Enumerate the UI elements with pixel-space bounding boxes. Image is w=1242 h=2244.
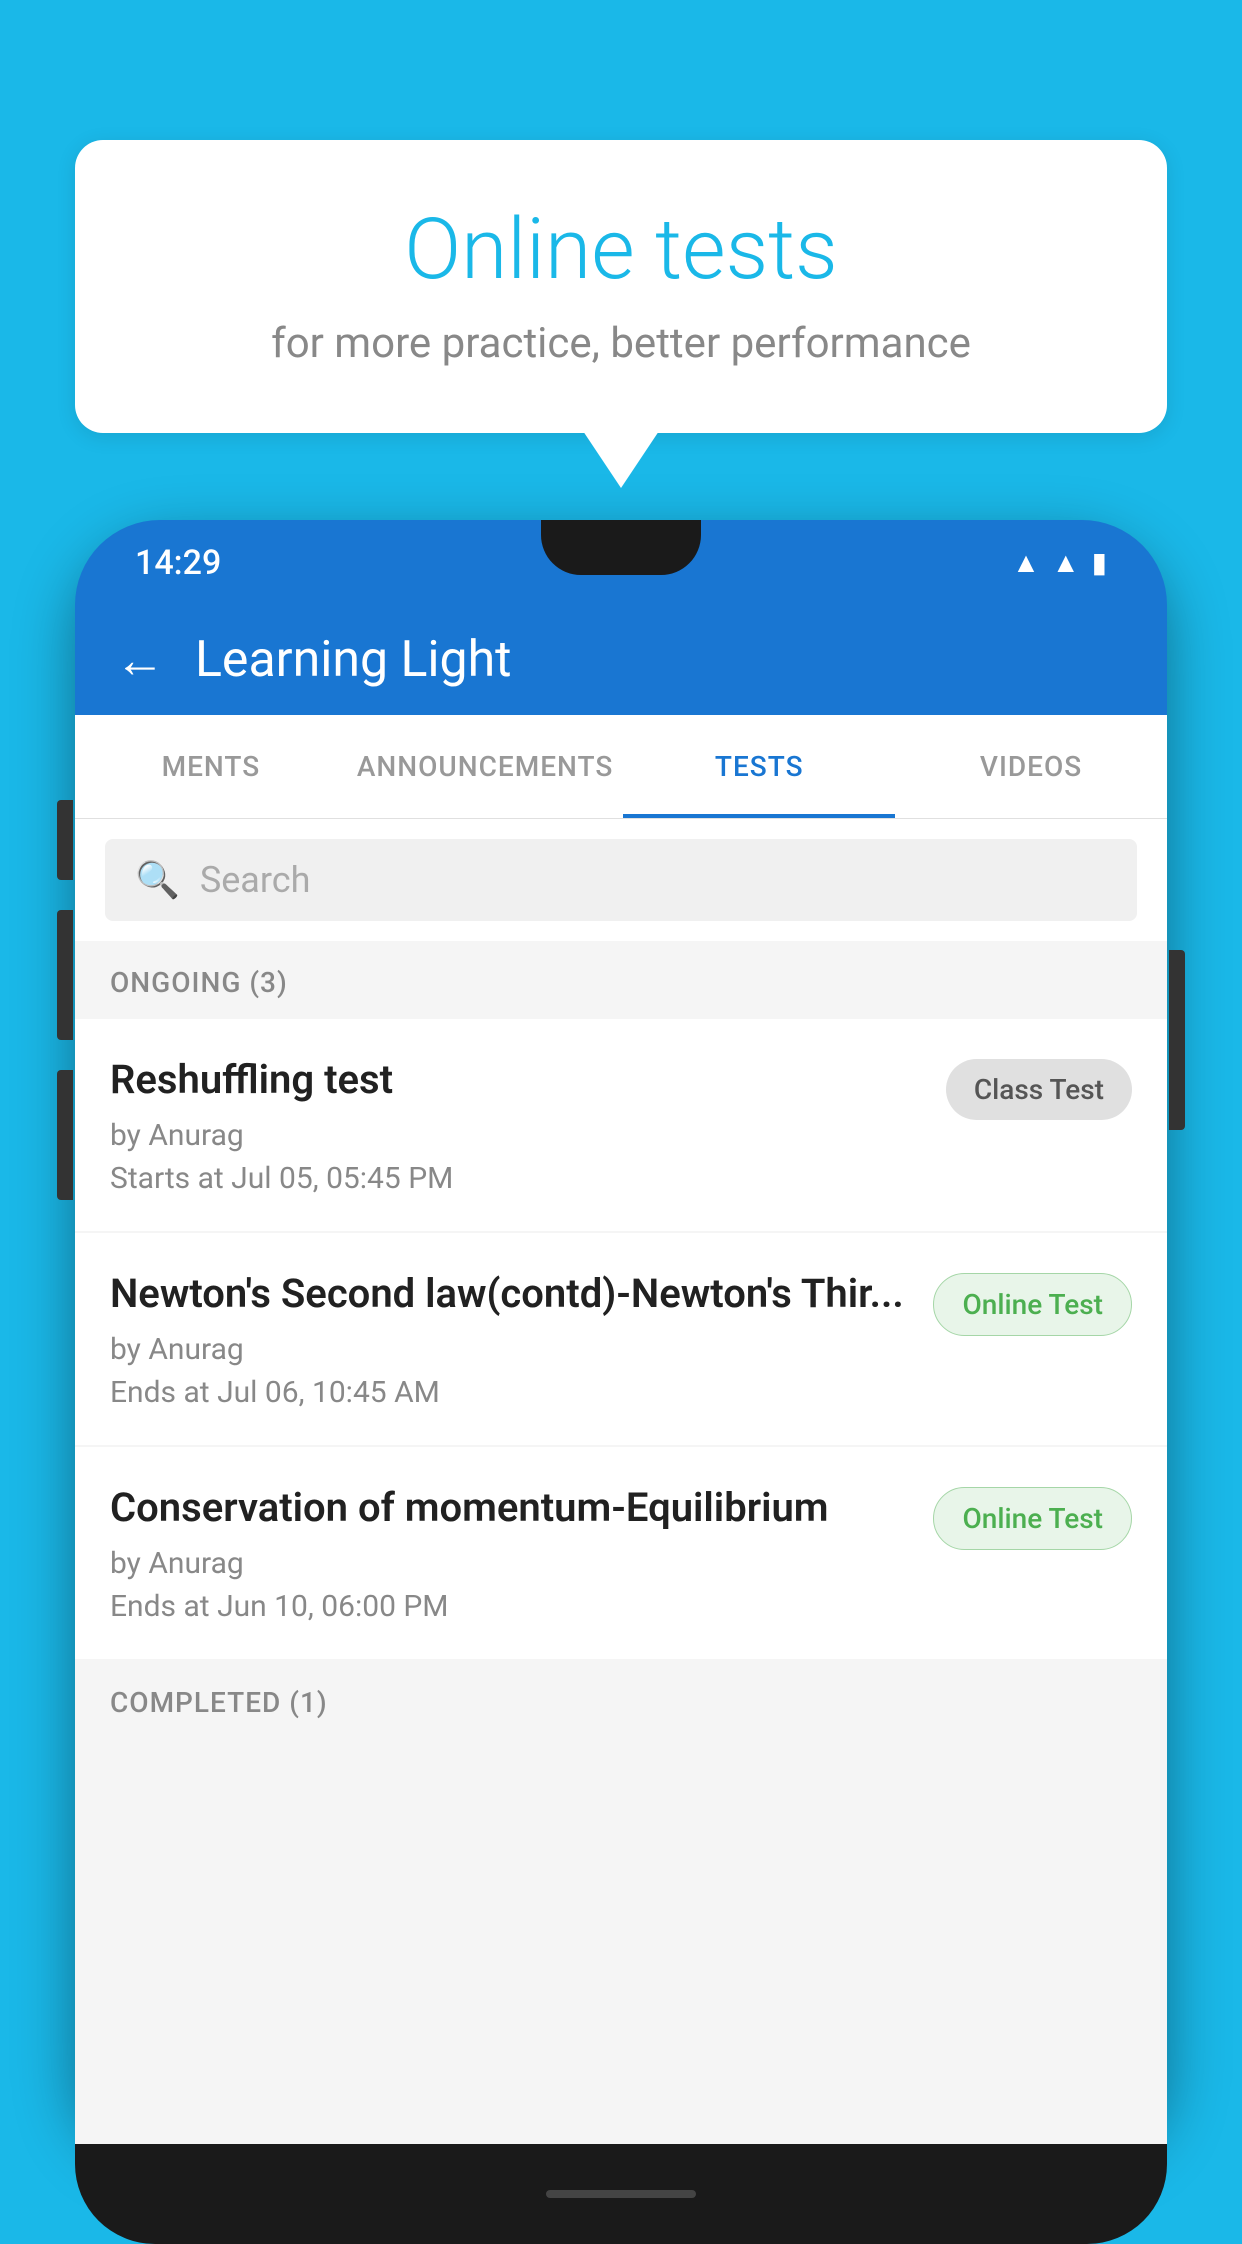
status-time: 14:29	[135, 543, 221, 583]
tab-tests[interactable]: TESTS	[623, 715, 895, 818]
phone-notch	[541, 520, 701, 575]
test-author: by Anurag	[110, 1332, 913, 1367]
promo-subtitle: for more practice, better performance	[145, 319, 1097, 368]
completed-label: COMPLETED (1)	[110, 1686, 328, 1719]
speech-bubble: Online tests for more practice, better p…	[75, 140, 1167, 433]
test-time: Ends at Jul 06, 10:45 AM	[110, 1375, 913, 1410]
ongoing-label: ONGOING (3)	[110, 966, 288, 999]
volume-down-button	[57, 910, 73, 1040]
power-button	[1169, 950, 1185, 1130]
volume-up-button	[57, 800, 73, 880]
promo-section: Online tests for more practice, better p…	[75, 140, 1167, 433]
silent-button	[57, 1070, 73, 1200]
tab-videos[interactable]: VIDEOS	[895, 715, 1167, 818]
search-icon: 🔍	[135, 859, 180, 901]
test-time: Starts at Jul 05, 05:45 PM	[110, 1161, 926, 1196]
back-button[interactable]: ←	[115, 631, 165, 690]
promo-title: Online tests	[145, 200, 1097, 299]
test-time: Ends at Jun 10, 06:00 PM	[110, 1589, 913, 1624]
test-author: by Anurag	[110, 1546, 913, 1581]
completed-section-header: COMPLETED (1)	[75, 1661, 1167, 1739]
phone-container: 14:29 ▲ ▲ ▮ ← Learning Light MENTS ANNOU…	[75, 520, 1167, 2208]
test-item-content: Conservation of momentum-Equilibrium by …	[110, 1482, 913, 1624]
signal-icon: ▲	[1052, 546, 1080, 579]
ongoing-section-header: ONGOING (3)	[75, 941, 1167, 1019]
status-icons: ▲ ▲ ▮	[1012, 546, 1107, 579]
online-test-badge: Online Test	[933, 1487, 1132, 1550]
list-item[interactable]: Newton's Second law(contd)-Newton's Thir…	[75, 1233, 1167, 1445]
tab-ments[interactable]: MENTS	[75, 715, 347, 818]
search-bar-container: 🔍 Search	[75, 819, 1167, 941]
search-bar[interactable]: 🔍 Search	[105, 839, 1137, 921]
test-author: by Anurag	[110, 1118, 926, 1153]
class-test-badge: Class Test	[946, 1059, 1132, 1120]
home-indicator	[546, 2190, 696, 2198]
test-title: Newton's Second law(contd)-Newton's Thir…	[110, 1268, 913, 1320]
battery-icon: ▮	[1092, 546, 1107, 579]
test-item-content: Newton's Second law(contd)-Newton's Thir…	[110, 1268, 913, 1410]
list-item[interactable]: Conservation of momentum-Equilibrium by …	[75, 1447, 1167, 1659]
test-title: Conservation of momentum-Equilibrium	[110, 1482, 913, 1534]
test-title: Reshuffling test	[110, 1054, 926, 1106]
app-bar: ← Learning Light	[75, 605, 1167, 715]
wifi-icon: ▲	[1012, 546, 1040, 579]
tabs-container: MENTS ANNOUNCEMENTS TESTS VIDEOS	[75, 715, 1167, 819]
app-bar-title: Learning Light	[195, 631, 512, 689]
phone-content: 🔍 Search ONGOING (3) Reshuffling test by…	[75, 819, 1167, 2144]
test-item-content: Reshuffling test by Anurag Starts at Jul…	[110, 1054, 926, 1196]
status-bar: 14:29 ▲ ▲ ▮	[75, 520, 1167, 605]
phone-frame: 14:29 ▲ ▲ ▮ ← Learning Light MENTS ANNOU…	[75, 520, 1167, 2140]
list-item[interactable]: Reshuffling test by Anurag Starts at Jul…	[75, 1019, 1167, 1231]
phone-bottom	[75, 2144, 1167, 2244]
online-test-badge: Online Test	[933, 1273, 1132, 1336]
search-input[interactable]: Search	[200, 859, 311, 901]
tab-announcements[interactable]: ANNOUNCEMENTS	[347, 715, 623, 818]
